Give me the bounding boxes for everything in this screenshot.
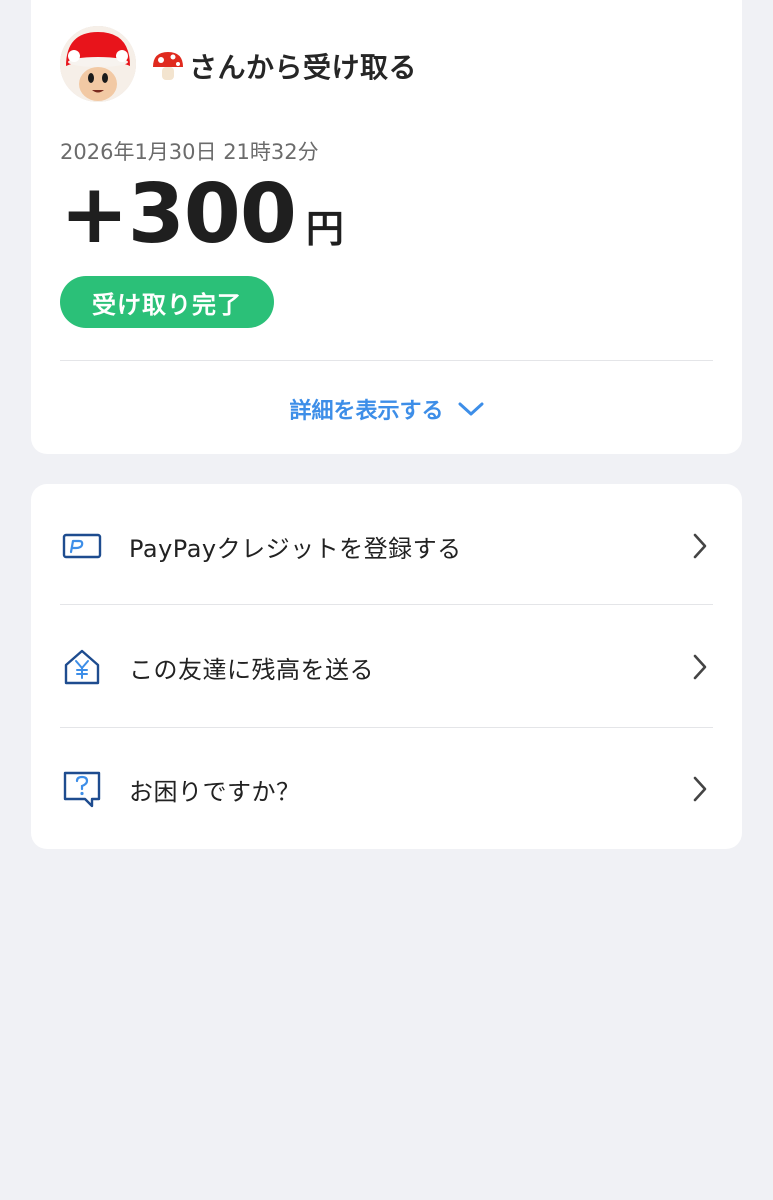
menu-item-send-balance[interactable]: この友達に残高を送る bbox=[31, 607, 742, 727]
amount: +300 円 bbox=[60, 170, 344, 260]
chevron-down-icon bbox=[458, 402, 483, 416]
divider bbox=[60, 360, 713, 361]
divider bbox=[60, 727, 713, 728]
sender-title-text: さんから受け取る bbox=[189, 51, 418, 84]
menu-item-help[interactable]: お困りですか？ bbox=[31, 729, 742, 849]
chevron-right-icon bbox=[693, 776, 707, 802]
menu-item-register-credit[interactable]: PayPayクレジットを登録する bbox=[31, 486, 742, 606]
menu-item-label: この友達に残高を送る bbox=[129, 655, 374, 684]
mushroom-icon bbox=[151, 49, 185, 83]
transaction-date: 2026年1月30日 21時32分 bbox=[60, 140, 319, 164]
currency-unit: 円 bbox=[305, 207, 344, 251]
status-badge: 受け取り完了 bbox=[60, 276, 274, 328]
help-chat-icon bbox=[62, 769, 102, 809]
sender-title: さんから受け取る bbox=[151, 46, 417, 86]
avatar[interactable] bbox=[60, 26, 136, 102]
details-toggle-button[interactable]: 詳細を表示する bbox=[31, 386, 742, 432]
menu-item-label: PayPayクレジットを登録する bbox=[129, 534, 462, 563]
house-yen-icon bbox=[62, 647, 102, 687]
menu-item-label: お困りですか？ bbox=[129, 777, 301, 806]
transaction-card: さんから受け取る 2026年1月30日 21時32分 +300 円 受け取り完了… bbox=[31, 0, 742, 454]
divider bbox=[60, 604, 713, 605]
chevron-right-icon bbox=[693, 533, 707, 559]
toad-avatar-icon bbox=[60, 26, 136, 102]
actions-card: PayPayクレジットを登録する この友達に残高を送る お困りですか？ bbox=[31, 484, 742, 849]
amount-value: +300 bbox=[60, 167, 297, 262]
paypay-card-icon bbox=[62, 526, 102, 566]
details-toggle-label: 詳細を表示する bbox=[289, 399, 444, 424]
chevron-right-icon bbox=[693, 654, 707, 680]
